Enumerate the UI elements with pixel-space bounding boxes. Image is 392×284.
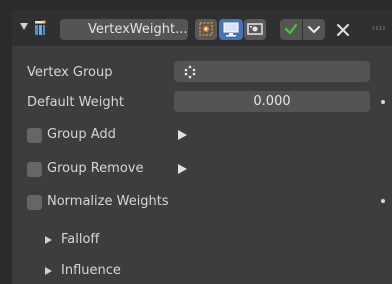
drag-handle-icon[interactable] — [372, 26, 386, 30]
falloff-subpanel-header[interactable]: Falloff — [61, 232, 99, 247]
remove-modifier-button[interactable] — [333, 19, 353, 40]
modifier-panel: VertexWeight... Vertex Group Default Wei… — [12, 10, 392, 284]
render-toggle[interactable] — [244, 19, 266, 40]
group-remove-label[interactable]: Group Remove — [47, 161, 143, 176]
modifier-name-field[interactable]: VertexWeight... — [60, 19, 188, 40]
edit-mode-toggle[interactable] — [195, 19, 217, 40]
influence-subpanel-header[interactable]: Influence — [61, 263, 121, 278]
close-icon — [337, 24, 349, 36]
falloff-expand-arrow-icon[interactable] — [45, 236, 52, 244]
default-weight-label: Default Weight — [27, 95, 124, 110]
collapse-arrow-icon[interactable] — [20, 23, 28, 30]
vertex-weight-modifier-icon — [35, 20, 46, 35]
chevron-down-icon — [308, 26, 320, 33]
keyframe-dot-icon[interactable] — [381, 100, 385, 104]
modifier-header: VertexWeight... — [12, 10, 392, 46]
vertex-group-icon — [184, 65, 196, 79]
apply-on-cage-toggle[interactable] — [280, 19, 302, 40]
normalize-weights-label[interactable]: Normalize Weights — [47, 194, 169, 209]
normalize-weights-checkbox[interactable] — [27, 195, 42, 210]
realtime-display-icon — [223, 22, 239, 37]
influence-expand-arrow-icon[interactable] — [45, 267, 52, 275]
checkmark-icon — [284, 23, 298, 35]
group-add-checkbox[interactable] — [27, 128, 42, 143]
group-add-label[interactable]: Group Add — [47, 127, 116, 142]
default-weight-field[interactable]: 0.000 — [174, 91, 370, 112]
group-remove-expand-icon[interactable] — [178, 164, 187, 174]
group-remove-checkbox[interactable] — [27, 162, 42, 177]
vertex-group-label: Vertex Group — [27, 65, 113, 80]
realtime-display-toggle[interactable] — [219, 19, 243, 40]
vertex-group-field[interactable] — [174, 61, 370, 82]
render-camera-icon — [247, 23, 263, 35]
modifier-menu-dropdown[interactable] — [303, 19, 325, 40]
group-add-expand-icon[interactable] — [178, 130, 187, 140]
keyframe-dot-icon[interactable] — [381, 199, 385, 203]
edit-mode-icon — [199, 22, 213, 36]
